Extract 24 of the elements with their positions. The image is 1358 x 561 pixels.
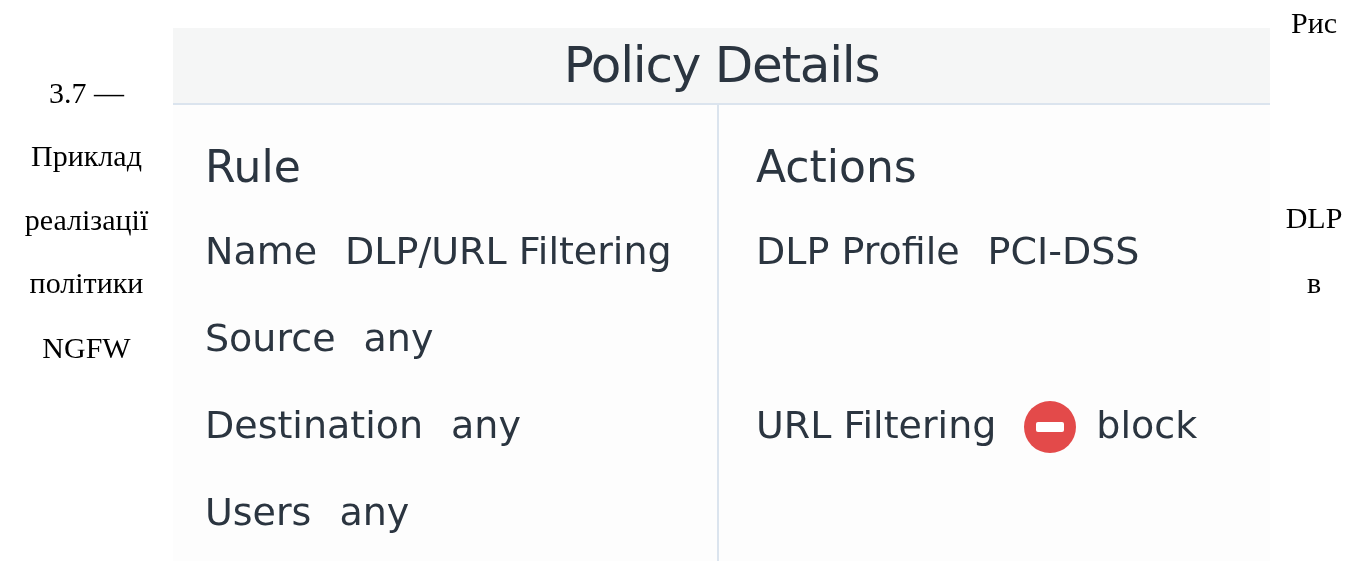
caption-text: DLP xyxy=(1284,200,1344,236)
field-value: block xyxy=(1096,403,1198,447)
field-label: DLP Profile xyxy=(756,229,960,273)
field-label: Name xyxy=(205,229,318,273)
field-label: Source xyxy=(205,316,336,360)
field-value: DLP/URL Filtering xyxy=(345,229,672,273)
section-heading: Actions xyxy=(756,141,917,194)
caption-text: реалізації xyxy=(23,202,150,238)
field-value: any xyxy=(363,316,434,360)
field-value: any xyxy=(339,490,410,534)
section-heading: Rule xyxy=(205,141,301,194)
field-value: any xyxy=(451,403,521,447)
caption-text: NGFW xyxy=(41,330,132,366)
caption-text: в xyxy=(1305,265,1323,301)
field-value: PCI-DSS xyxy=(987,229,1140,273)
field-label: Users xyxy=(205,490,312,534)
caption-text: Приклад xyxy=(30,138,143,174)
caption-text: політики xyxy=(28,265,145,301)
field-label: Destination xyxy=(205,403,424,447)
field-label: URL Filtering xyxy=(756,403,997,447)
caption-text: Рис xyxy=(1289,5,1339,41)
panel-title: Policy Details xyxy=(563,35,880,96)
block-icon xyxy=(1024,401,1077,453)
caption-text: 3.7 — xyxy=(48,75,126,111)
